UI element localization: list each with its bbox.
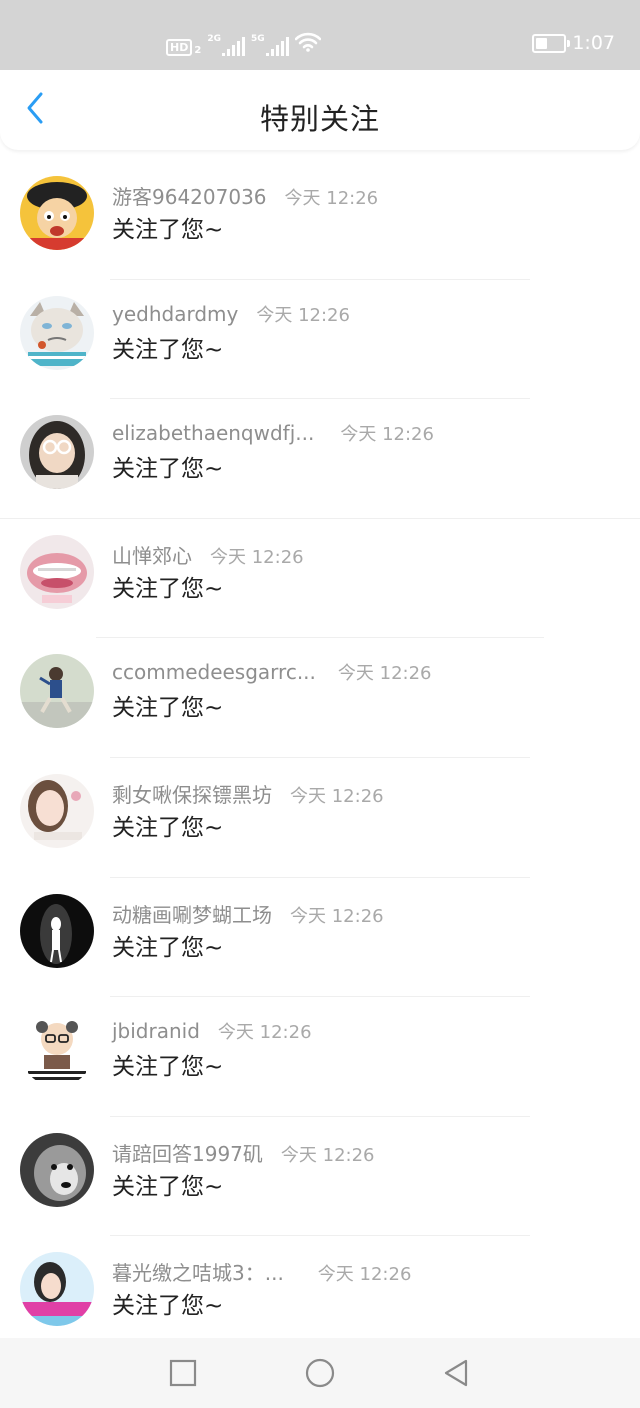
avatar[interactable] [20,415,94,490]
list-item[interactable]: 请踣回答1997矶 今天 12:26 关注了您~ [0,1117,640,1237]
hd-sub-label: 2 [194,45,202,56]
timestamp: 今天 12:26 [210,546,304,568]
avatar[interactable] [20,295,94,370]
header-bar: 特别关注 [0,70,640,150]
network-indicators: HD 2 2G 5G [166,32,321,56]
name-line: 山惮郊心 今天 12:26 [112,540,304,569]
timestamp: 今天 12:26 [280,1144,375,1166]
list-item[interactable]: ccommedeesgarrc... 今天 12:26 关注了您~ [0,638,640,758]
timestamp: 今天 12:26 [337,663,432,685]
timestamp: 今天 12:26 [340,424,434,446]
name-line: jbidranid 今天 12:26 [112,1018,312,1044]
username: 山惮郊心 [112,543,192,568]
avatar[interactable] [20,1252,94,1327]
triangle-back-icon [444,1359,468,1387]
system-nav-bar [0,1338,640,1408]
username: 暮光缴之咭城3：... [112,1261,284,1286]
follow-message: 关注了您~ [112,1293,224,1320]
name-line: ccommedeesgarrc... 今天 12:26 [112,659,432,685]
follow-message: 关注了您~ [112,575,224,602]
status-right: 1:07 [532,32,615,54]
avatar[interactable] [20,1013,94,1088]
list-item[interactable]: elizabethaenqwdfj... 今天 12:26 关注了您~ [0,399,640,519]
name-line: 请踣回答1997矶 今天 12:26 [112,1138,375,1167]
follow-message: 关注了您~ [112,695,224,722]
timestamp: 今天 12:26 [217,1022,312,1044]
recent-apps-button[interactable] [167,1357,199,1389]
list-item[interactable]: jbidranid 今天 12:26 关注了您~ [0,997,640,1117]
follow-message: 关注了您~ [112,814,224,841]
name-line: yedhdardmy 今天 12:26 [112,301,350,327]
list-item[interactable]: 山惮郊心 今天 12:26 关注了您~ [0,519,640,639]
username: yedhdardmy [112,301,239,326]
list-item[interactable]: 动糖画唰梦蝴工场 今天 12:26 关注了您~ [0,878,640,998]
name-line: 暮光缴之咭城3：... 今天 12:26 [112,1257,411,1286]
square-icon [169,1359,197,1387]
username: ccommedeesgarrc... [112,660,316,685]
timestamp: 今天 12:26 [290,785,384,807]
name-line: 剩女啾保探镖黑坊 今天 12:26 [112,779,384,808]
avatar[interactable] [20,893,94,968]
follow-message: 关注了您~ [112,1173,224,1200]
wifi-icon [294,32,321,56]
home-button[interactable] [304,1357,336,1389]
list-item[interactable]: yedhdardmy 今天 12:26 关注了您~ [0,280,640,400]
avatar[interactable] [20,176,94,250]
system-back-button[interactable] [440,1357,472,1389]
follow-message: 关注了您~ [112,217,224,243]
avatar[interactable] [20,534,94,609]
clock: 1:07 [572,32,615,54]
signal-icon-sim1: 2G [207,34,245,56]
name-line: 动糖画唰梦蝴工场 今天 12:26 [112,899,384,928]
username: elizabethaenqwdfj... [112,421,315,446]
circle-icon [305,1358,335,1388]
follow-list: 游客964207036 今天 12:26 关注了您~ yedhdardmy 今天… [0,160,640,1356]
list-item[interactable]: 游客964207036 今天 12:26 关注了您~ [0,160,640,280]
network-type-sim2: 5G [250,34,265,44]
follow-message: 关注了您~ [112,336,224,363]
follow-message: 关注了您~ [112,934,224,961]
avatar[interactable] [20,773,94,848]
username: 请踣回答1997矶 [112,1141,263,1166]
timestamp: 今天 12:26 [256,304,350,326]
name-line: 游客964207036 今天 12:26 [112,181,378,210]
network-type-sim1: 2G [207,34,221,44]
username: jbidranid [112,1019,200,1044]
follow-message: 关注了您~ [112,456,224,483]
name-line: elizabethaenqwdfj... 今天 12:26 [112,420,434,446]
timestamp: 今天 12:26 [290,905,384,927]
timestamp: 今天 12:26 [317,1264,412,1286]
avatar[interactable] [20,1132,94,1207]
list-item[interactable]: 剩女啾保探镖黑坊 今天 12:26 关注了您~ [0,758,640,878]
username: 动糖画唰梦蝴工场 [112,902,272,927]
page-title: 特别关注 [259,102,380,136]
hd-badge: HD [166,39,193,56]
avatar[interactable] [20,654,94,729]
timestamp: 今天 12:26 [284,188,379,209]
signal-icon-sim2: 5G [251,34,289,56]
username: 游客964207036 [112,185,267,209]
username: 剩女啾保探镖黑坊 [112,782,272,807]
battery-icon [532,33,571,53]
follow-message: 关注了您~ [112,1054,224,1081]
status-bar: HD 2 2G 5G 1:07 [0,0,640,70]
